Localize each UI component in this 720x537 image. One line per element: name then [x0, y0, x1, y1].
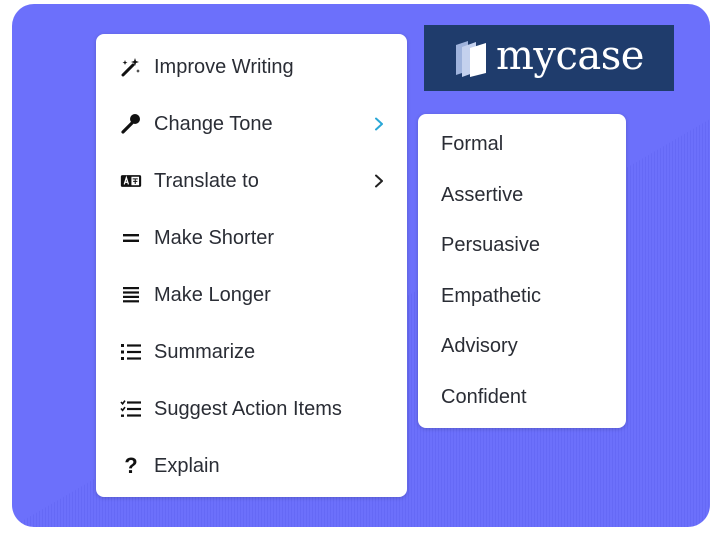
tone-option-empathetic[interactable]: Empathetic	[418, 276, 626, 316]
tone-option-label: Advisory	[441, 334, 518, 357]
menu-item-make-longer[interactable]: Make Longer	[96, 275, 407, 315]
short-lines-icon	[120, 227, 142, 249]
tone-option-label: Confident	[441, 385, 527, 408]
tone-option-persuasive[interactable]: Persuasive	[418, 225, 626, 265]
menu-item-summarize[interactable]: Summarize	[96, 332, 407, 372]
tone-option-advisory[interactable]: Advisory	[418, 326, 626, 366]
logo-text: mycase	[496, 33, 644, 79]
menu-item-label: Summarize	[154, 340, 256, 363]
magic-wand-icon	[120, 56, 142, 78]
tone-option-assertive[interactable]: Assertive	[418, 175, 626, 215]
tone-option-formal[interactable]: Formal	[418, 124, 626, 164]
tone-option-label: Assertive	[441, 183, 524, 206]
menu-item-make-shorter[interactable]: Make Shorter	[96, 218, 407, 258]
menu-item-label: Improve Writing	[154, 55, 294, 78]
menu-item-label: Make Shorter	[154, 226, 275, 249]
microphone-icon	[120, 113, 142, 135]
tone-option-confident[interactable]: Confident	[418, 377, 626, 417]
menu-item-label: Suggest Action Items	[154, 397, 342, 420]
menu-item-explain[interactable]: ? Explain	[96, 446, 407, 486]
menu-item-label: Translate to	[154, 169, 259, 192]
menu-item-improve-writing[interactable]: Improve Writing	[96, 47, 407, 87]
tone-option-label: Empathetic	[441, 284, 542, 307]
tone-option-label: Formal	[441, 132, 504, 155]
logo-books-icon	[456, 41, 486, 77]
mycase-logo: mycase	[424, 25, 674, 91]
menu-item-label: Change Tone	[154, 112, 273, 135]
bullet-list-icon	[120, 341, 142, 363]
question-icon: ?	[124, 453, 138, 478]
translate-icon	[120, 170, 142, 192]
change-tone-submenu: Formal Assertive Persuasive Empathetic A…	[418, 114, 626, 428]
menu-item-translate-to[interactable]: Translate to	[96, 161, 407, 201]
menu-item-label: Make Longer	[154, 283, 271, 306]
long-lines-icon	[120, 284, 142, 306]
ai-writing-menu: Improve Writing Change Tone Translate to	[96, 34, 407, 497]
tone-option-label: Persuasive	[441, 233, 540, 256]
checklist-icon	[120, 398, 142, 420]
menu-item-change-tone[interactable]: Change Tone	[96, 104, 407, 144]
menu-item-label: Explain	[154, 454, 220, 477]
chevron-right-icon	[372, 174, 386, 188]
menu-item-suggest-action-items[interactable]: Suggest Action Items	[96, 389, 407, 429]
chevron-right-icon	[372, 117, 386, 131]
